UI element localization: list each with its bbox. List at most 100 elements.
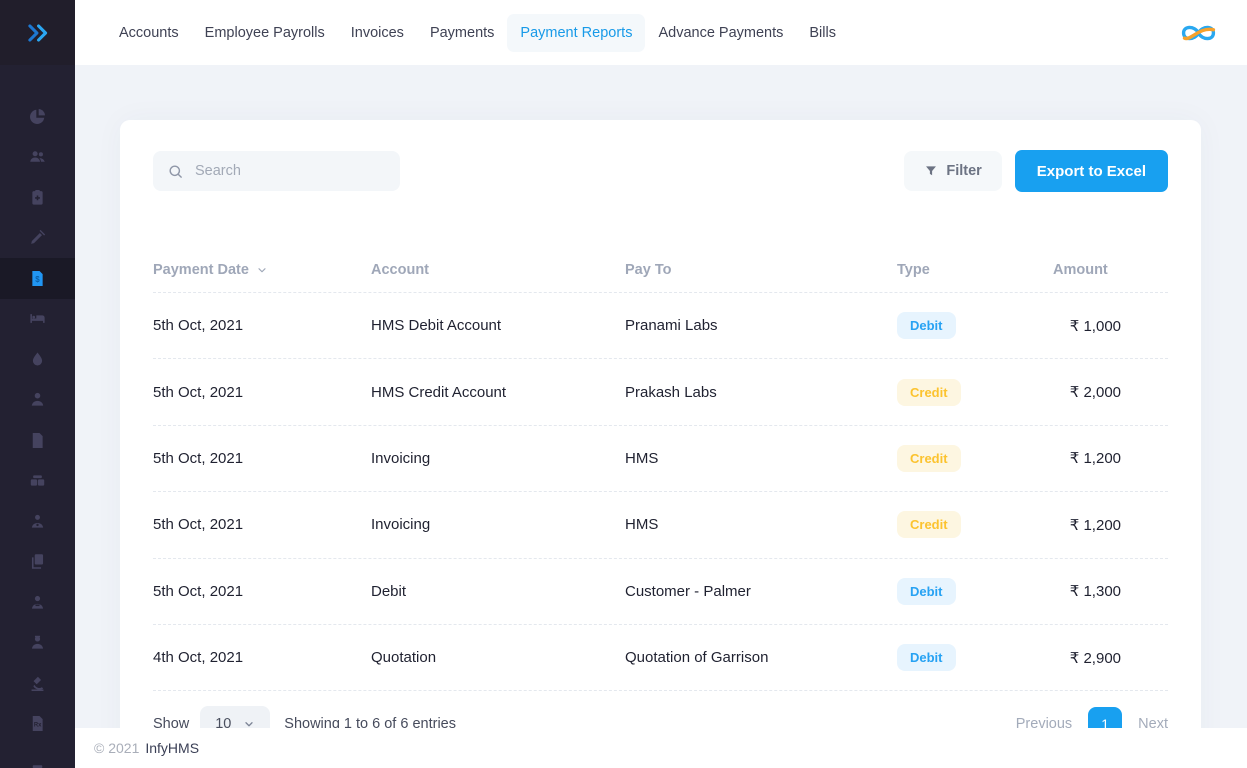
account-cell: Invoicing: [371, 450, 625, 467]
amount-cell: ₹ 1,200: [1053, 516, 1168, 534]
tab-accounts[interactable]: Accounts: [106, 14, 192, 52]
table-body: 5th Oct, 2021 HMS Debit Account Pranami …: [153, 293, 1168, 691]
pay-to-cell: HMS: [625, 516, 897, 533]
brand-name: InfyHMS: [145, 740, 199, 756]
app-logo[interactable]: [1175, 19, 1222, 47]
type-badge: Credit: [897, 511, 961, 538]
sidebar-item-doctor-avatar[interactable]: [0, 501, 75, 542]
bed-icon: [28, 309, 47, 328]
patient-icon: [28, 593, 47, 612]
payment-date-cell: 5th Oct, 2021: [153, 450, 371, 467]
payment-date-cell: 4th Oct, 2021: [153, 649, 371, 666]
sidebar-item-prescription[interactable]: Rx: [0, 704, 75, 745]
column-header-type: Type: [897, 262, 1053, 278]
sidebar-item-documents[interactable]: [0, 542, 75, 583]
search-icon: [167, 163, 184, 180]
sidebar-item-bed[interactable]: [0, 299, 75, 340]
prescription-icon: Rx: [28, 714, 47, 733]
medicine-box-icon: [28, 471, 47, 490]
tab-payments[interactable]: Payments: [417, 14, 507, 52]
amount-cell: ₹ 1,300: [1053, 582, 1168, 600]
amount-cell: ₹ 2,000: [1053, 383, 1168, 401]
pay-to-cell: Pranami Labs: [625, 317, 897, 334]
table-row: 5th Oct, 2021 Invoicing HMS Credit ₹ 1,2…: [153, 492, 1168, 558]
sidebar-item-bench[interactable]: [0, 744, 75, 768]
export-to-excel-button[interactable]: Export to Excel: [1015, 150, 1168, 192]
tab-advance-payments[interactable]: Advance Payments: [645, 14, 796, 52]
search-box: [153, 151, 400, 191]
account-cell: Invoicing: [371, 516, 625, 533]
document-icon: [28, 431, 47, 450]
payments-table: Payment Date Account Pay To Type Amount …: [153, 247, 1168, 691]
sidebar-item-medicine-box[interactable]: [0, 461, 75, 502]
invoice-dollar-icon: $: [28, 269, 47, 288]
account-cell: Debit: [371, 583, 625, 600]
sidebar-toggle-button[interactable]: [0, 0, 75, 65]
type-badge: Debit: [897, 644, 956, 671]
table-row: 5th Oct, 2021 Debit Customer - Palmer De…: [153, 559, 1168, 625]
column-header-amount: Amount: [1053, 262, 1168, 278]
payment-date-cell: 5th Oct, 2021: [153, 583, 371, 600]
sidebar-item-doctor[interactable]: [0, 380, 75, 421]
search-input[interactable]: [193, 162, 386, 180]
table-toolbar: Filter Export to Excel: [120, 120, 1201, 192]
doctor-avatar-icon: [28, 512, 47, 531]
sidebar-item-users[interactable]: [0, 137, 75, 178]
table-row: 5th Oct, 2021 HMS Debit Account Pranami …: [153, 293, 1168, 359]
users-icon: [28, 147, 47, 166]
bench-icon: [28, 755, 47, 768]
sidebar-item-blood-drop[interactable]: [0, 339, 75, 380]
sidebar-nav: $ Rx: [0, 65, 75, 768]
table-row: 5th Oct, 2021 HMS Credit Account Prakash…: [153, 359, 1168, 425]
pay-to-cell: Customer - Palmer: [625, 583, 897, 600]
sidebar-item-medical-clipboard[interactable]: [0, 177, 75, 218]
chevrons-right-icon: [25, 20, 51, 46]
content-area: Filter Export to Excel Payment Date: [75, 65, 1247, 768]
sidebar-item-pie-chart[interactable]: [0, 96, 75, 137]
nurse-icon: [28, 633, 47, 652]
payment-date-cell: 5th Oct, 2021: [153, 384, 371, 401]
table-header-row: Payment Date Account Pay To Type Amount: [153, 247, 1168, 293]
pie-chart-icon: [28, 107, 47, 126]
sidebar-item-invoice-dollar[interactable]: $: [0, 258, 75, 299]
svg-text:$: $: [35, 275, 40, 284]
tab-invoices[interactable]: Invoices: [338, 14, 417, 52]
filter-button-label: Filter: [946, 163, 981, 179]
documents-icon: [28, 552, 47, 571]
main-area: AccountsEmployee PayrollsInvoicesPayment…: [75, 0, 1247, 768]
page-footer: © 2021 InfyHMS: [75, 728, 1247, 768]
payment-date-cell: 5th Oct, 2021: [153, 516, 371, 533]
infinity-logo-icon: [1175, 19, 1222, 47]
sidebar: $ Rx: [0, 0, 75, 768]
sidebar-item-microscope[interactable]: [0, 663, 75, 704]
svg-text:Rx: Rx: [34, 723, 42, 729]
amount-cell: ₹ 1,200: [1053, 449, 1168, 467]
account-cell: HMS Debit Account: [371, 317, 625, 334]
tab-payment-reports[interactable]: Payment Reports: [507, 14, 645, 52]
nav-tabs: AccountsEmployee PayrollsInvoicesPayment…: [75, 14, 1175, 52]
payment-date-cell: 5th Oct, 2021: [153, 317, 371, 334]
tab-bills[interactable]: Bills: [796, 14, 849, 52]
sidebar-item-nurse[interactable]: [0, 623, 75, 664]
account-cell: Quotation: [371, 649, 625, 666]
sidebar-item-syringe[interactable]: [0, 218, 75, 259]
amount-cell: ₹ 2,900: [1053, 649, 1168, 667]
filter-button[interactable]: Filter: [904, 151, 1001, 191]
pay-to-cell: Quotation of Garrison: [625, 649, 897, 666]
payment-reports-card: Filter Export to Excel Payment Date: [120, 120, 1201, 768]
column-header-payment-date[interactable]: Payment Date: [153, 262, 371, 278]
medical-clipboard-icon: [28, 188, 47, 207]
sidebar-item-patient[interactable]: [0, 582, 75, 623]
tab-employee-payrolls[interactable]: Employee Payrolls: [192, 14, 338, 52]
column-header-account: Account: [371, 262, 625, 278]
sidebar-item-document[interactable]: [0, 420, 75, 461]
table-row: 5th Oct, 2021 Invoicing HMS Credit ₹ 1,2…: [153, 426, 1168, 492]
doctor-icon: [28, 390, 47, 409]
type-badge: Credit: [897, 445, 961, 472]
table-row: 4th Oct, 2021 Quotation Quotation of Gar…: [153, 625, 1168, 691]
amount-cell: ₹ 1,000: [1053, 317, 1168, 335]
payment-date-header-label: Payment Date: [153, 262, 249, 278]
type-badge: Debit: [897, 578, 956, 605]
column-header-pay-to: Pay To: [625, 262, 897, 278]
blood-drop-icon: [28, 350, 47, 369]
